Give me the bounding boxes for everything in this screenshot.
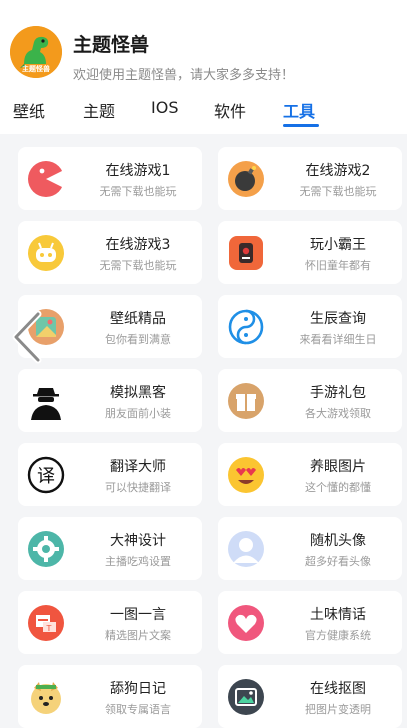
- app-header: 主题怪兽 主题怪兽 欢迎使用主题怪兽，请大家多多支持！ 壁纸 主题 IOS 软件…: [0, 0, 407, 134]
- tab-wallpaper[interactable]: 壁纸: [13, 98, 45, 122]
- pacman-icon: [27, 160, 65, 198]
- tool-subtitle: 可以快捷翻译: [105, 481, 171, 494]
- tool-subtitle: 超多好看头像: [305, 555, 371, 568]
- settings-gear-icon: [27, 530, 65, 568]
- tool-title: 模拟黑客: [110, 385, 166, 401]
- tool-card-simp-diary[interactable]: 舔狗日记 领取专属语言: [18, 665, 202, 728]
- tool-card-hacker-sim[interactable]: 模拟黑客 朋友面前小装: [18, 369, 202, 432]
- heart-icon: [227, 604, 265, 642]
- gift-icon: [227, 382, 265, 420]
- dog-icon: [27, 678, 65, 716]
- picture-icon: [227, 678, 265, 716]
- app-logo: 主题怪兽: [10, 26, 62, 78]
- tool-title: 土味情话: [310, 607, 366, 623]
- tool-subtitle: 领取专属语言: [105, 703, 171, 716]
- tool-title: 随机头像: [310, 533, 366, 549]
- tool-subtitle: 精选图片文案: [105, 629, 171, 642]
- active-tab-indicator: [283, 124, 319, 127]
- svg-text:译: 译: [37, 466, 55, 487]
- tool-card-pro-settings[interactable]: 大神设计 主播吃鸡设置: [18, 517, 202, 580]
- tool-card-birthday-lookup[interactable]: 生辰查询 来看看详细生日: [218, 295, 402, 358]
- tab-software[interactable]: 软件: [214, 98, 246, 122]
- tool-title: 大神设计: [110, 533, 166, 549]
- tool-card-random-avatar[interactable]: 随机头像 超多好看头像: [218, 517, 402, 580]
- tool-subtitle: 怀旧童年都有: [305, 259, 371, 272]
- tool-subtitle: 主播吃鸡设置: [105, 555, 171, 568]
- back-arrow-icon[interactable]: [10, 310, 44, 364]
- tool-title: 在线游戏3: [105, 237, 171, 253]
- tool-card-online-game-2[interactable]: 在线游戏2 无需下载也能玩: [218, 147, 402, 210]
- tab-tools[interactable]: 工具: [283, 98, 315, 122]
- tool-subtitle: 无需下载也能玩: [99, 259, 177, 272]
- yin-yang-icon: [227, 308, 265, 346]
- tool-title: 翻译大师: [110, 459, 166, 475]
- tab-ios[interactable]: IOS: [151, 98, 178, 117]
- tool-title: 在线抠图: [310, 681, 366, 697]
- app-title: 主题怪兽: [73, 34, 150, 56]
- welcome-text: 欢迎使用主题怪兽，请大家多多支持！: [73, 68, 295, 83]
- tool-subtitle: 包你看到满意: [105, 333, 171, 346]
- tool-title: 生辰查询: [310, 311, 366, 327]
- robot-face-icon: [27, 234, 65, 272]
- tool-title: 在线游戏2: [305, 163, 371, 179]
- tool-subtitle: 把图片变透明: [305, 703, 371, 716]
- tool-subtitle: 这个懂的都懂: [305, 481, 371, 494]
- translate-icon: 译: [27, 456, 65, 494]
- tool-subtitle: 无需下载也能玩: [99, 185, 177, 198]
- tool-card-retro-console[interactable]: 玩小霸王 怀旧童年都有: [218, 221, 402, 284]
- hacker-icon: [27, 382, 65, 420]
- tab-theme[interactable]: 主题: [83, 98, 115, 122]
- bomb-icon: [227, 160, 265, 198]
- tool-title: 养眼图片: [310, 459, 366, 475]
- image-text-icon: T: [27, 604, 65, 642]
- tool-card-eye-candy[interactable]: 养眼图片 这个懂的都懂: [218, 443, 402, 506]
- tool-title: 一图一言: [110, 607, 166, 623]
- tool-card-image-quote[interactable]: T 一图一言 精选图片文案: [18, 591, 202, 654]
- tool-card-background-remover[interactable]: 在线抠图 把图片变透明: [218, 665, 402, 728]
- logo-text: 主题怪兽: [22, 65, 50, 73]
- game-console-icon: [227, 234, 265, 272]
- tool-title: 玩小霸王: [310, 237, 366, 253]
- tool-title: 舔狗日记: [110, 681, 166, 697]
- tool-card-online-game-3[interactable]: 在线游戏3 无需下载也能玩: [18, 221, 202, 284]
- tool-subtitle: 各大游戏领取: [305, 407, 371, 420]
- tool-title: 手游礼包: [310, 385, 366, 401]
- svg-text:T: T: [46, 624, 52, 633]
- tool-subtitle: 朋友面前小装: [105, 407, 171, 420]
- tool-subtitle: 官方健康系统: [305, 629, 371, 642]
- tool-card-translator[interactable]: 译 翻译大师 可以快捷翻译: [18, 443, 202, 506]
- tool-card-wallpaper[interactable]: 壁纸精品 包你看到满意: [18, 295, 202, 358]
- tool-title: 壁纸精品: [110, 311, 166, 327]
- tool-card-love-lines[interactable]: 土味情话 官方健康系统: [218, 591, 402, 654]
- tool-card-game-gift[interactable]: 手游礼包 各大游戏领取: [218, 369, 402, 432]
- avatar-icon: [227, 530, 265, 568]
- tool-card-online-game-1[interactable]: 在线游戏1 无需下载也能玩: [18, 147, 202, 210]
- category-tabs: 壁纸 主题 IOS 软件 工具: [0, 96, 407, 132]
- heart-eyes-emoji-icon: [227, 456, 265, 494]
- tool-subtitle: 来看看详细生日: [299, 333, 377, 346]
- tool-subtitle: 无需下载也能玩: [299, 185, 377, 198]
- tool-title: 在线游戏1: [105, 163, 171, 179]
